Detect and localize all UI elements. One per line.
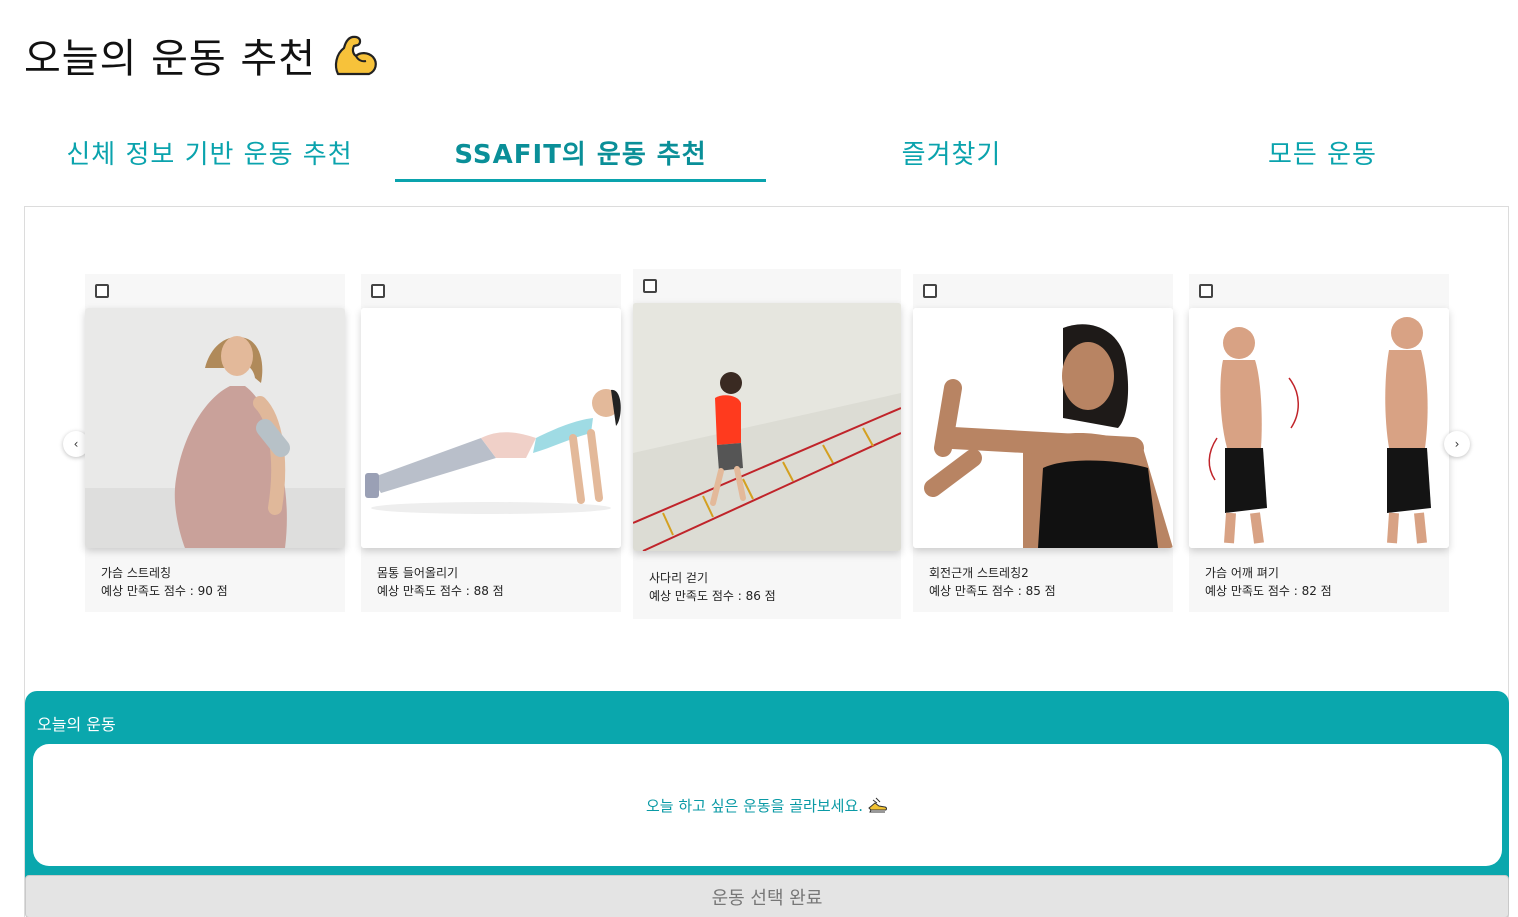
exercise-carousel: ‹ 가슴 스트레칭 예상 만족도 점수 : 90 점 몸통 들어올리기 예상 만… xyxy=(25,207,1508,677)
exercise-checkbox[interactable] xyxy=(95,284,109,298)
exercise-card[interactable]: 가슴 어깨 펴기 예상 만족도 점수 : 82 점 xyxy=(1189,274,1449,612)
exercise-score: 예상 만족도 점수 : 88 점 xyxy=(377,584,504,598)
exercise-name: 몸통 들어올리기 xyxy=(377,566,459,580)
exercise-image-ladder-walk[interactable] xyxy=(633,303,901,551)
exercise-checkbox[interactable] xyxy=(371,284,385,298)
exercise-card[interactable]: 몸통 들어올리기 예상 만족도 점수 : 88 점 xyxy=(361,274,621,612)
page-title-text: 오늘의 운동 추천 xyxy=(24,36,317,82)
today-exercise-title: 오늘의 운동 xyxy=(37,715,116,734)
exercise-image-reverse-plank[interactable] xyxy=(361,308,621,548)
exercise-card[interactable]: 회전근개 스트레칭2 예상 만족도 점수 : 85 점 xyxy=(913,274,1173,612)
content-panel: ‹ 가슴 스트레칭 예상 만족도 점수 : 90 점 몸통 들어올리기 예상 만… xyxy=(24,206,1509,917)
tab-body-info-recommend[interactable]: 신체 정보 기반 운동 추천 xyxy=(24,120,395,182)
exercise-image-arm-stretch[interactable] xyxy=(913,308,1173,548)
exercise-checkbox[interactable] xyxy=(643,279,657,293)
tab-ssafit-recommend[interactable]: SSAFIT의 운동 추천 xyxy=(395,120,766,182)
exercise-name: 가슴 스트레칭 xyxy=(101,566,172,580)
exercise-image-chest-stretch[interactable] xyxy=(85,308,345,548)
today-exercise-message: 오늘 하고 싶은 운동을 골라보세요. xyxy=(646,794,889,816)
today-exercise-box: 오늘 하고 싶은 운동을 골라보세요. xyxy=(33,744,1502,866)
tab-bar: 신체 정보 기반 운동 추천 SSAFIT의 운동 추천 즐겨찾기 모든 운동 xyxy=(24,120,1508,182)
exercise-score: 예상 만족도 점수 : 82 점 xyxy=(1205,584,1332,598)
exercise-name: 회전근개 스트레칭2 xyxy=(929,566,1029,580)
today-exercise-section: 오늘의 운동 오늘 하고 싶은 운동을 골라보세요. xyxy=(25,691,1509,881)
exercise-name: 사다리 걷기 xyxy=(649,571,709,585)
exercise-checkbox[interactable] xyxy=(1199,284,1213,298)
tab-favorites[interactable]: 즐겨찾기 xyxy=(766,120,1137,182)
exercise-score: 예상 만족도 점수 : 90 점 xyxy=(101,584,228,598)
exercise-score: 예상 만족도 점수 : 86 점 xyxy=(649,589,776,603)
carousel-next-button[interactable]: › xyxy=(1444,431,1470,457)
complete-selection-button[interactable]: 운동 선택 완료 xyxy=(25,875,1509,917)
tab-all-exercises[interactable]: 모든 운동 xyxy=(1137,120,1508,182)
today-message-text: 오늘 하고 싶은 운동을 골라보세요. xyxy=(645,796,864,815)
running-shoe-icon xyxy=(868,797,888,813)
exercise-card[interactable]: 가슴 스트레칭 예상 만족도 점수 : 90 점 xyxy=(85,274,345,612)
flexed-biceps-icon xyxy=(334,35,377,76)
exercise-checkbox[interactable] xyxy=(923,284,937,298)
exercise-card[interactable]: 사다리 걷기 예상 만족도 점수 : 86 점 xyxy=(633,269,901,619)
page-title: 오늘의 운동 추천 xyxy=(24,26,380,84)
exercise-image-posture[interactable] xyxy=(1189,308,1449,548)
exercise-score: 예상 만족도 점수 : 85 점 xyxy=(929,584,1056,598)
exercise-name: 가슴 어깨 펴기 xyxy=(1205,566,1279,580)
